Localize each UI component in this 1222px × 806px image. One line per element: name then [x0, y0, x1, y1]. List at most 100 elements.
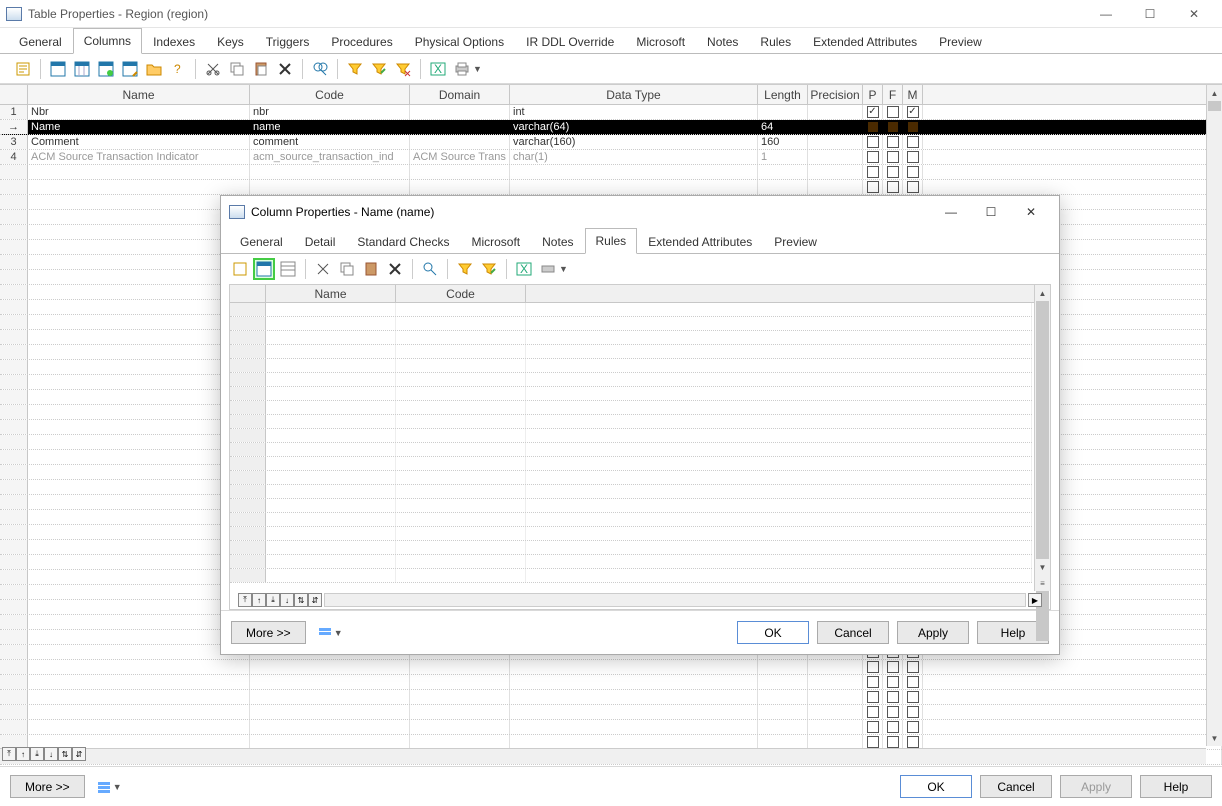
- dlg-find-icon[interactable]: [419, 258, 441, 280]
- tab-microsoft[interactable]: Microsoft: [625, 29, 696, 54]
- tab-physical-options[interactable]: Physical Options: [404, 29, 515, 54]
- col-length[interactable]: Length: [758, 85, 808, 104]
- filter2-icon[interactable]: [368, 58, 390, 80]
- table-row-empty[interactable]: [0, 690, 1222, 705]
- tab-notes[interactable]: Notes: [696, 29, 749, 54]
- tab-preview[interactable]: Preview: [928, 29, 993, 54]
- dlg-paste-icon[interactable]: [360, 258, 382, 280]
- table-row-empty[interactable]: [0, 705, 1222, 720]
- dlg-tab-notes[interactable]: Notes: [531, 229, 584, 254]
- dlg-row-empty[interactable]: [230, 471, 1032, 485]
- dlg-insert-icon[interactable]: [277, 258, 299, 280]
- dlg-nav-buttons[interactable]: ⤒↑⤓↓⇅⇵: [238, 593, 322, 607]
- help-button[interactable]: Help: [1140, 775, 1212, 798]
- grid3-icon[interactable]: [95, 58, 117, 80]
- tab-columns[interactable]: Columns: [73, 28, 142, 54]
- filter3-icon[interactable]: [392, 58, 414, 80]
- dlg-tab-microsoft[interactable]: Microsoft: [460, 229, 531, 254]
- dlg-col-code[interactable]: Code: [396, 285, 526, 302]
- close-button[interactable]: ✕: [1172, 0, 1216, 28]
- dialog-maximize-button[interactable]: ☐: [971, 197, 1011, 227]
- dlg-excel-icon[interactable]: X: [513, 258, 535, 280]
- cut-icon[interactable]: [202, 58, 224, 80]
- delete-icon[interactable]: [274, 58, 296, 80]
- more-button[interactable]: More >>: [10, 775, 85, 798]
- dlg-delete-icon[interactable]: [384, 258, 406, 280]
- vertical-scrollbar[interactable]: ▲ ▼: [1206, 85, 1222, 746]
- ok-button[interactable]: OK: [900, 775, 972, 798]
- col-name[interactable]: Name: [28, 85, 250, 104]
- col-p[interactable]: P: [863, 85, 883, 104]
- apply-button[interactable]: Apply: [1060, 775, 1132, 798]
- table-row[interactable]: →Namenamevarchar(64)64: [0, 120, 1222, 135]
- dlg-row-empty[interactable]: [230, 429, 1032, 443]
- dlg-row-empty[interactable]: [230, 527, 1032, 541]
- grid4-icon[interactable]: [119, 58, 141, 80]
- col-f[interactable]: F: [883, 85, 903, 104]
- excel-icon[interactable]: X: [427, 58, 449, 80]
- dlg-add-icon[interactable]: [253, 258, 275, 280]
- tab-general[interactable]: General: [8, 29, 73, 54]
- table-row-empty[interactable]: [0, 675, 1222, 690]
- dlg-row-empty[interactable]: [230, 401, 1032, 415]
- dlg-row-empty[interactable]: [230, 513, 1032, 527]
- dlg-row-empty[interactable]: [230, 387, 1032, 401]
- properties-icon[interactable]: [12, 58, 34, 80]
- table-row[interactable]: 4ACM Source Transaction Indicatoracm_sou…: [0, 150, 1222, 165]
- folder-icon[interactable]: [143, 58, 165, 80]
- col-precision[interactable]: Precision: [808, 85, 863, 104]
- dlg-row-empty[interactable]: [230, 555, 1032, 569]
- dlg-print-icon[interactable]: [537, 258, 559, 280]
- dlg-apply-button[interactable]: Apply: [897, 621, 969, 644]
- layout-icon[interactable]: [93, 776, 115, 798]
- table-row-empty[interactable]: [0, 180, 1222, 195]
- dlg-row-empty[interactable]: [230, 317, 1032, 331]
- col-code[interactable]: Code: [250, 85, 410, 104]
- tab-ir-ddl-override[interactable]: IR DDL Override: [515, 29, 625, 54]
- table-row-empty[interactable]: [0, 165, 1222, 180]
- dlg-row-empty[interactable]: [230, 499, 1032, 513]
- dlg-properties-icon[interactable]: [229, 258, 251, 280]
- tab-procedures[interactable]: Procedures: [320, 29, 403, 54]
- tab-extended-attributes[interactable]: Extended Attributes: [802, 29, 928, 54]
- dlg-row-empty[interactable]: [230, 359, 1032, 373]
- table-row-empty[interactable]: [0, 660, 1222, 675]
- dlg-row-empty[interactable]: [230, 443, 1032, 457]
- tab-rules[interactable]: Rules: [749, 29, 802, 54]
- dlg-col-name[interactable]: Name: [266, 285, 396, 302]
- dlg-ok-button[interactable]: OK: [737, 621, 809, 644]
- dlg-filter1-icon[interactable]: [454, 258, 476, 280]
- dlg-row-empty[interactable]: [230, 373, 1032, 387]
- help-icon[interactable]: ?: [167, 58, 189, 80]
- print-icon[interactable]: [451, 58, 473, 80]
- cancel-button[interactable]: Cancel: [980, 775, 1052, 798]
- dialog-close-button[interactable]: ✕: [1011, 197, 1051, 227]
- col-domain[interactable]: Domain: [410, 85, 510, 104]
- dlg-hscroll[interactable]: [324, 593, 1026, 607]
- dlg-cut-icon[interactable]: [312, 258, 334, 280]
- grid1-icon[interactable]: [47, 58, 69, 80]
- dlg-row-empty[interactable]: [230, 345, 1032, 359]
- col-m[interactable]: M: [903, 85, 923, 104]
- dlg-tab-rules[interactable]: Rules: [585, 228, 638, 254]
- dlg-tab-preview[interactable]: Preview: [763, 229, 828, 254]
- dlg-filter2-icon[interactable]: [478, 258, 500, 280]
- grid2-icon[interactable]: [71, 58, 93, 80]
- tab-indexes[interactable]: Indexes: [142, 29, 206, 54]
- filter1-icon[interactable]: [344, 58, 366, 80]
- maximize-button[interactable]: ☐: [1128, 0, 1172, 28]
- dlg-cancel-button[interactable]: Cancel: [817, 621, 889, 644]
- table-row[interactable]: 1Nbrnbrint: [0, 105, 1222, 120]
- dlg-row-empty[interactable]: [230, 569, 1032, 583]
- nav-buttons[interactable]: ⤒↑⤓↓⇅⇵: [2, 747, 86, 761]
- dlg-row-empty[interactable]: [230, 457, 1032, 471]
- minimize-button[interactable]: —: [1084, 0, 1128, 28]
- dlg-vscroll[interactable]: ▲ ▼ ≡: [1034, 285, 1050, 591]
- find-icon[interactable]: [309, 58, 331, 80]
- dlg-tab-detail[interactable]: Detail: [294, 229, 347, 254]
- paste-icon[interactable]: [250, 58, 272, 80]
- dialog-minimize-button[interactable]: —: [931, 197, 971, 227]
- dlg-row-empty[interactable]: [230, 331, 1032, 345]
- dlg-tab-standard-checks[interactable]: Standard Checks: [346, 229, 460, 254]
- dlg-copy-icon[interactable]: [336, 258, 358, 280]
